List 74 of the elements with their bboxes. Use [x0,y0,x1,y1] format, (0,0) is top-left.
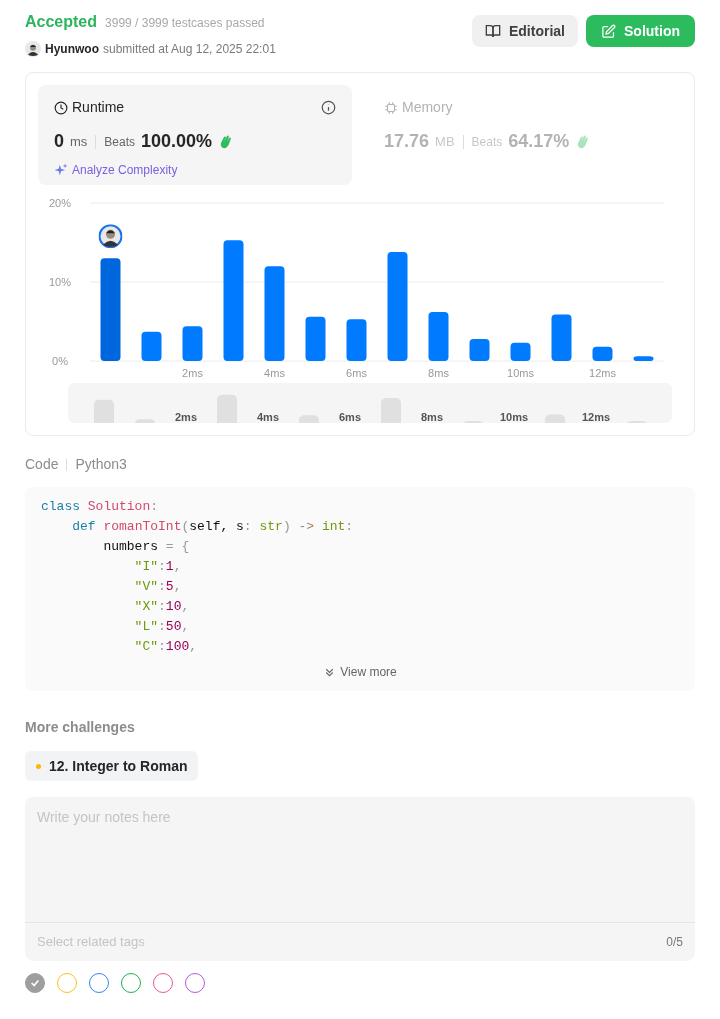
code-line: numbers = { [102,538,191,556]
clock-icon [54,100,68,115]
axis-label: 6ms [339,411,361,423]
code-label: Code [25,455,59,474]
histogram-bar[interactable] [182,326,203,361]
chip-icon [384,100,398,115]
stat-value: 17.76 [384,130,430,153]
code-line: class Solution: [41,498,160,516]
axis-label: 10ms [499,411,529,423]
axis-label: 10ms [507,367,534,379]
axis-label: 8ms [428,367,449,379]
beats-label: Beats [104,133,136,151]
histogram-bar[interactable] [264,266,285,361]
navigator-bar [381,398,401,423]
range-navigator[interactable]: 2ms 4ms 6ms 8ms 10ms 12ms [68,383,672,423]
histogram-bar[interactable] [469,338,490,361]
axis-label: 4ms [264,367,285,379]
code-line: "V":5, [133,578,183,596]
view-more-button[interactable]: View more [323,663,397,681]
testcases-count: 3999 / 3999 testcases passed [105,15,265,32]
sparkle-icon [54,163,68,177]
axis-label: 12ms [589,367,616,379]
navigator-bar [94,399,114,423]
stat-title: Memory [402,98,453,117]
histogram-bar[interactable] [346,319,367,361]
stat-value: 0 [54,130,64,153]
challenge-chip[interactable]: 12. Integer to Roman [25,751,199,781]
histogram-bar[interactable] [100,258,121,361]
check-icon [30,978,40,988]
submission-time: submitted at Aug 12, 2025 22:01 [103,41,276,58]
axis-label: 2ms [182,367,203,379]
axis-label: 6ms [346,367,367,379]
code-line: "C":100, [133,638,199,656]
stat-tab[interactable]: Runtime 0 ms Beats 100.00% Analyze Complexity [38,85,352,185]
axis-label: 2ms [175,411,197,423]
histogram-bar[interactable] [592,346,613,361]
edit-icon [601,23,616,39]
axis-label: 4ms [257,411,279,423]
stat-title: Runtime [72,98,125,117]
avatar [25,41,41,57]
navigator-bar [545,414,565,423]
navigator-bar [217,394,237,423]
info-icon[interactable] [321,100,336,115]
status-title: Accepted [25,12,98,32]
section-title: More challenges [25,718,136,737]
histogram-bar[interactable] [305,316,326,361]
code-line: "I":1, [133,558,183,576]
axis-label: 12ms [581,411,611,423]
beats-percentage: 64.17% [508,130,570,153]
color-tag[interactable] [25,973,45,993]
axis-label: 0% [52,355,68,367]
code-line: "X":10, [133,598,191,616]
beats-percentage: 100.00% [141,130,213,153]
histogram-bar[interactable] [387,252,408,361]
navigator-bar [299,415,319,423]
histogram-bar[interactable] [223,240,244,361]
histogram-bar[interactable] [551,314,572,361]
stat-unit: ms [70,132,88,151]
book-icon [485,23,501,39]
editorial-button[interactable]: Editorial [472,15,578,47]
code-line: def romanToInt(self, s: str) -> int: [71,518,355,536]
avatar [99,225,122,248]
histogram-bar[interactable] [633,356,654,361]
language-label: Python3 [75,455,127,474]
username[interactable]: Hyunwoo [45,40,99,58]
axis-label: 10% [49,276,71,288]
code-line: "L":50, [133,618,191,636]
tag-count: 0/5 [666,934,683,951]
histogram-bar[interactable] [141,331,162,361]
histogram-bar[interactable] [428,312,449,361]
axis-label: 8ms [421,411,443,423]
analyze-complexity-link[interactable]: Analyze Complexity [54,161,178,179]
axis-label: 20% [49,197,71,209]
histogram-bar[interactable] [510,342,531,361]
